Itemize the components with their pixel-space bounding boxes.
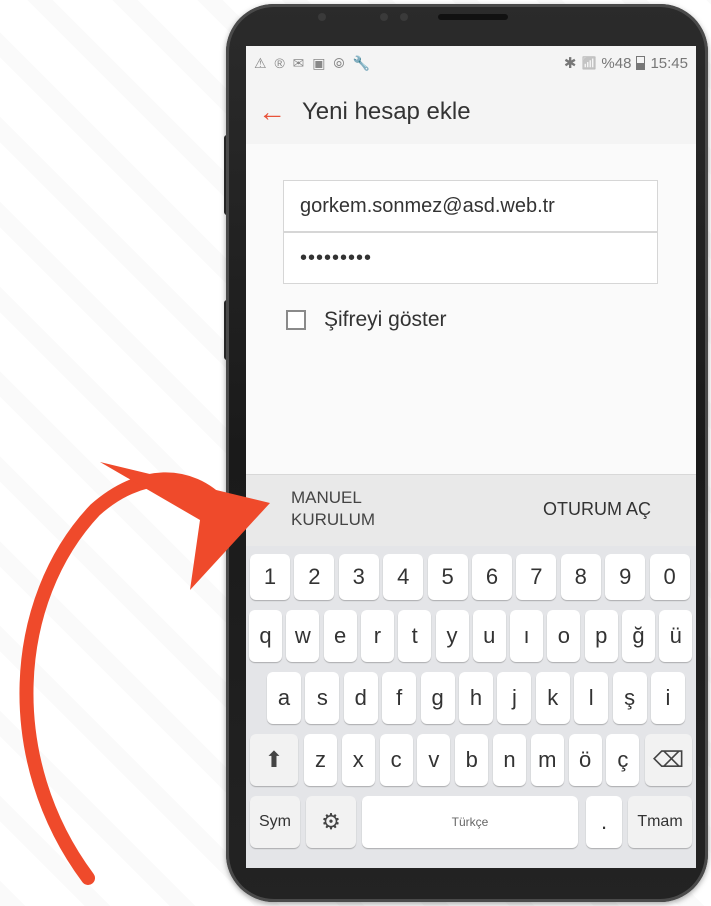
sign-in-button[interactable]: OTURUM AÇ [543, 499, 651, 520]
phone-speaker [438, 14, 508, 20]
key-b[interactable]: b [455, 734, 489, 786]
signal-icon: 📶 [581, 56, 597, 70]
key-4[interactable]: 4 [383, 554, 424, 600]
scene: ⚠ ® ✉ ▣ ⦾ 🔧 ✱ 📶 %48 15:45 ← Yeni hesap e… [0, 0, 711, 906]
key-h[interactable]: h [459, 672, 493, 724]
key-5[interactable]: 5 [427, 554, 468, 600]
key-7[interactable]: 7 [516, 554, 557, 600]
back-arrow-icon[interactable]: ← [258, 98, 286, 126]
key-r[interactable]: r [360, 610, 394, 662]
settings-key-icon[interactable]: ⚙ [306, 796, 356, 848]
key-ç[interactable]: ç [606, 734, 640, 786]
key-n[interactable]: n [493, 734, 526, 786]
key-y[interactable]: y [435, 610, 469, 662]
battery-percent: %48 [601, 54, 632, 72]
key-l[interactable]: l [574, 672, 609, 724]
key-w[interactable]: w [286, 610, 320, 662]
manual-setup-button[interactable]: MANUEL KURULUM [291, 487, 431, 531]
key-u[interactable]: u [472, 610, 506, 662]
keyboard: 1 2 3 4 5 6 7 8 9 0 q w e r t y u ı o p ğ ü a s d f g h j k l ş i ⬆ z x c v b n… [246, 546, 696, 868]
key-ğ[interactable]: ğ [622, 610, 655, 662]
key-d[interactable]: d [343, 672, 378, 724]
key-2[interactable]: 2 [294, 554, 335, 600]
key-ö[interactable]: ö [568, 734, 602, 786]
backspace-key-icon[interactable]: ⌫ [645, 734, 692, 786]
phone-sensor [318, 13, 326, 21]
key-ü[interactable]: ü [659, 610, 693, 662]
key-1[interactable]: 1 [250, 554, 290, 600]
password-field[interactable]: ••••••••• [283, 232, 658, 284]
page-title: Yeni hesap ekle [302, 98, 471, 125]
email-field[interactable]: gorkem.sonmez@asd.web.tr [283, 180, 658, 232]
key-3[interactable]: 3 [338, 554, 379, 600]
key-v[interactable]: v [417, 734, 451, 786]
phone-sensor-2 [400, 13, 408, 21]
period-key[interactable]: . [586, 796, 622, 848]
key-ı[interactable]: ı [510, 610, 544, 662]
key-s[interactable]: s [305, 672, 340, 724]
status-right: ✱ 📶 %48 15:45 [563, 54, 688, 73]
key-9[interactable]: 9 [605, 554, 646, 600]
sym-key[interactable]: Sym [250, 796, 300, 848]
key-q[interactable]: q [249, 610, 282, 662]
status-bar: ⚠ ® ✉ ▣ ⦾ 🔧 ✱ 📶 %48 15:45 [246, 46, 696, 80]
action-bar: MANUEL KURULUM OTURUM AÇ [246, 474, 696, 547]
key-j[interactable]: j [497, 672, 532, 724]
clock: 15:45 [650, 54, 688, 72]
show-password-label: Şifreyi göster [324, 308, 447, 331]
show-password-checkbox[interactable] [286, 310, 306, 330]
phone-camera [380, 13, 388, 21]
key-6[interactable]: 6 [472, 554, 512, 600]
battery-icon [636, 56, 646, 70]
space-key[interactable]: Türkçe [362, 796, 578, 848]
app-bar: ← Yeni hesap ekle [246, 80, 696, 144]
key-z[interactable]: z [304, 734, 337, 786]
key-x[interactable]: x [341, 734, 375, 786]
manual-setup-label-2: KURULUM [291, 510, 376, 529]
phone-screen: ⚠ ® ✉ ▣ ⦾ 🔧 ✱ 📶 %48 15:45 ← Yeni hesap e… [246, 46, 696, 868]
manual-setup-label-1: MANUEL [291, 488, 362, 507]
bluetooth-icon: ✱ [563, 55, 577, 72]
key-k[interactable]: k [535, 672, 570, 724]
key-g[interactable]: g [420, 672, 455, 724]
key-ş[interactable]: ş [612, 672, 647, 724]
key-o[interactable]: o [547, 610, 581, 662]
key-t[interactable]: t [398, 610, 432, 662]
notification-icons: ⚠ ® ✉ ▣ ⦾ 🔧 [254, 54, 372, 71]
done-key[interactable]: Tmam [628, 796, 692, 848]
key-m[interactable]: m [530, 734, 564, 786]
shift-key-icon[interactable]: ⬆ [250, 734, 298, 786]
key-i[interactable]: i [651, 672, 685, 724]
key-e[interactable]: e [323, 610, 357, 662]
key-c[interactable]: c [379, 734, 413, 786]
key-8[interactable]: 8 [560, 554, 601, 600]
key-f[interactable]: f [382, 672, 417, 724]
show-password-row[interactable]: Şifreyi göster [286, 308, 447, 332]
key-p[interactable]: p [584, 610, 618, 662]
key-0[interactable]: 0 [649, 554, 690, 600]
key-a[interactable]: a [267, 672, 301, 724]
